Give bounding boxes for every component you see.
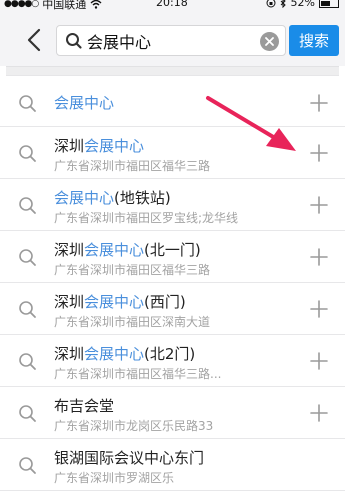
result-title: 深圳会展中心(北2门) <box>54 343 195 364</box>
results-list: 会展中心 深圳会展中心 广东省深圳市福田区福华三路 会展中心(地铁站) 广东省深… <box>0 77 345 491</box>
result-address: 广东省深圳市福田区罗宝线;龙华线 <box>54 211 239 225</box>
search-icon <box>19 353 36 370</box>
title-prefix: 银湖国际会议中 <box>54 449 160 467</box>
search-icon <box>66 32 82 49</box>
result-address: 广东省深圳市罗湖区乐 <box>54 471 175 485</box>
status-left: ●●●●○ 中国联通 <box>4 0 102 12</box>
status-bar: ●●●●○ 中国联通 20:18 52% <box>0 0 345 14</box>
list-item[interactable]: 布吉会堂 广东省深圳市龙岗区乐民路33 <box>0 387 345 439</box>
search-icon <box>19 197 36 214</box>
plus-icon[interactable] <box>307 193 331 217</box>
title-suffix: (北一门) <box>144 241 201 259</box>
result-title: 银湖国际会议中心东门 <box>54 447 204 468</box>
plus-icon[interactable] <box>307 349 331 373</box>
result-title: 深圳会展中心(北一门) <box>54 239 201 260</box>
list-item[interactable]: 深圳会展中心(北2门) 广东省深圳市福田区福华三路... <box>0 335 345 387</box>
result-address: 广东省深圳市福田区福华三路 <box>54 263 211 277</box>
title-suffix: (地铁站) <box>114 189 171 207</box>
title-highlight: 会展中心 <box>54 189 115 207</box>
list-item[interactable]: 会展中心 <box>0 77 345 127</box>
title-highlight: 会展中心 <box>54 94 115 112</box>
list-item[interactable]: 银湖国际会议中心东门 广东省深圳市罗湖区乐 <box>0 439 345 491</box>
plus-icon[interactable] <box>307 401 331 425</box>
search-button[interactable]: 搜索 <box>289 25 339 56</box>
search-header: 搜索 <box>0 14 345 66</box>
status-right: 52% <box>266 0 339 9</box>
clear-button[interactable] <box>260 32 279 51</box>
title-prefix: 深圳 <box>54 293 85 311</box>
title-prefix: 深圳 <box>54 345 85 363</box>
list-item[interactable]: 深圳会展中心(西门) 广东省深圳市福田区深南大道 <box>0 283 345 335</box>
search-box[interactable] <box>56 25 286 56</box>
result-title: 深圳会展中心 <box>54 135 144 156</box>
battery-percent: 52% <box>290 0 315 9</box>
plus-icon[interactable] <box>307 245 331 269</box>
result-title: 会展中心 <box>54 92 114 113</box>
title-highlight: 会展中心 <box>84 293 145 311</box>
result-title: 布吉会堂 <box>54 395 114 416</box>
chevron-left-icon <box>27 28 41 52</box>
result-address: 广东省深圳市福田区福华三路... <box>54 367 222 381</box>
clear-icon <box>265 37 274 46</box>
result-address: 广东省深圳市福田区深南大道 <box>54 315 211 329</box>
title-prefix: 深圳 <box>54 241 85 259</box>
screen: ●●●●○ 中国联通 20:18 52% 会展中心 搜索 会展中心 深圳会展中心… <box>0 0 345 498</box>
title-suffix: (北2门) <box>144 345 196 363</box>
search-icon <box>19 249 36 266</box>
back-button[interactable] <box>22 25 46 55</box>
title-suffix: (西门) <box>144 293 186 311</box>
search-icon <box>19 145 36 162</box>
title-prefix: 深圳 <box>54 137 85 155</box>
title-prefix: 布吉会堂 <box>54 397 115 415</box>
bluetooth-icon <box>280 0 286 8</box>
wifi-icon <box>90 0 102 9</box>
plus-icon[interactable] <box>307 297 331 321</box>
battery-icon <box>319 0 339 8</box>
status-time: 20:18 <box>156 0 188 9</box>
search-icon <box>19 457 36 474</box>
title-highlight: 会展中心 <box>84 241 145 259</box>
result-title: 会展中心(地铁站) <box>54 187 171 208</box>
search-icon <box>19 405 36 422</box>
search-icon <box>19 95 36 112</box>
plus-icon[interactable] <box>307 91 331 115</box>
signal-dots: ●●●●○ <box>4 0 39 9</box>
search-icon <box>19 301 36 318</box>
title-suffix: 心东门 <box>159 449 205 467</box>
carrier-label: 中国联通 <box>42 0 87 11</box>
plus-icon[interactable] <box>307 141 331 165</box>
title-highlight: 会展中心 <box>84 137 145 155</box>
header-divider <box>6 66 339 76</box>
list-item[interactable]: 深圳会展中心(北一门) 广东省深圳市福田区福华三路 <box>0 231 345 283</box>
list-item[interactable]: 会展中心(地铁站) 广东省深圳市福田区罗宝线;龙华线 <box>0 179 345 231</box>
result-title: 深圳会展中心(西门) <box>54 291 186 312</box>
search-input[interactable] <box>87 31 247 50</box>
lock-rotation-icon <box>266 0 276 7</box>
result-address: 广东省深圳市龙岗区乐民路33 <box>54 419 214 433</box>
result-address: 广东省深圳市福田区福华三路 <box>54 159 211 173</box>
list-item[interactable]: 深圳会展中心 广东省深圳市福田区福华三路 <box>0 127 345 179</box>
title-highlight: 会展中心 <box>84 345 145 363</box>
